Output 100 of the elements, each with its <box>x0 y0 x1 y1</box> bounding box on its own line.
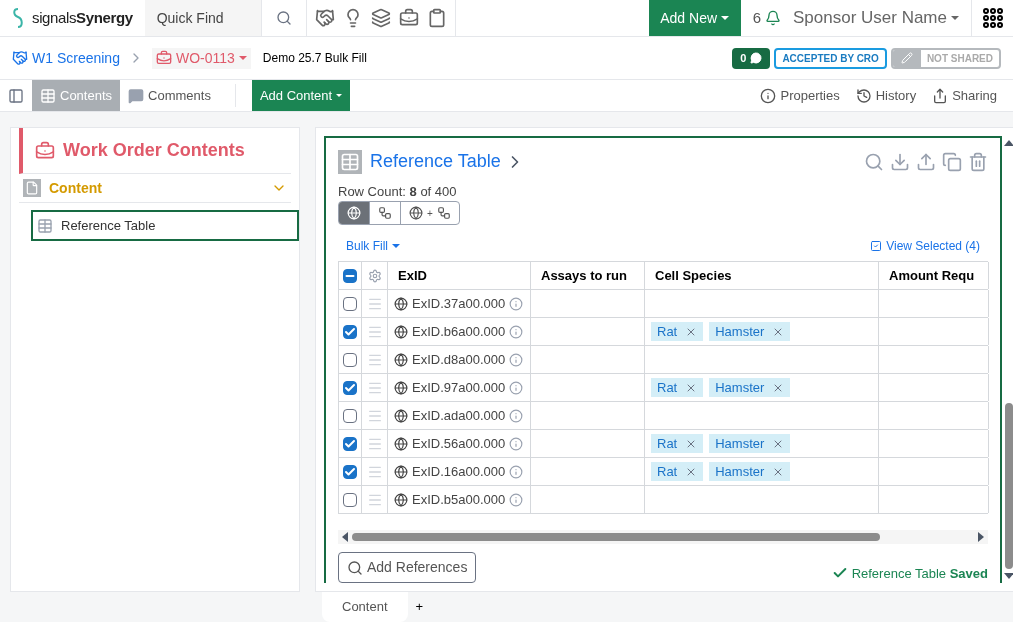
info-icon <box>509 324 524 339</box>
handshake-icon <box>314 8 335 28</box>
exid-text: ExID.b5a00.000 <box>412 490 506 509</box>
globe-icon <box>394 492 408 507</box>
globe-icon <box>394 380 408 395</box>
handshake-icon <box>12 50 28 66</box>
table-icon <box>40 87 56 104</box>
view-selected-link[interactable]: View Selected (4) <box>870 237 980 256</box>
exid-text: ExID.ada00.000 <box>412 406 506 425</box>
comments-count-badge[interactable]: 0 <box>732 47 771 69</box>
globe-icon <box>394 296 408 311</box>
row-checkbox[interactable] <box>343 408 357 423</box>
layers-icon <box>370 8 391 28</box>
exid-text: ExID.16a00.000 <box>412 462 506 481</box>
history-icon <box>855 87 872 104</box>
settings-icon <box>367 268 382 283</box>
info-icon <box>509 380 524 395</box>
network-icon <box>378 206 392 221</box>
exid-text: ExID.56a00.000 <box>412 434 506 453</box>
species-tag: Rat <box>651 322 704 342</box>
sheet-tab[interactable]: Content <box>322 592 408 622</box>
species-tag: Hamster <box>709 462 791 482</box>
info-icon <box>509 464 524 479</box>
add-tab-button[interactable]: + <box>407 597 432 617</box>
notification-count: 6 <box>752 7 761 28</box>
check-icon <box>344 325 356 338</box>
column-header: Amount Requ <box>879 262 989 290</box>
checkbox-icon <box>870 240 883 253</box>
globe-icon <box>409 206 423 221</box>
briefcase-icon <box>398 8 419 28</box>
info-icon <box>509 296 524 311</box>
info-icon <box>509 352 524 367</box>
sidebar-item[interactable]: Reference Table <box>31 210 299 241</box>
column-header: Assays to run <box>531 262 645 290</box>
exid-text: ExID.d8a00.000 <box>412 350 506 369</box>
briefcase-icon <box>155 50 172 66</box>
saved-message: Reference Table Saved <box>851 564 988 583</box>
select-all-checkbox[interactable] <box>343 268 357 283</box>
search-icon <box>347 559 363 576</box>
speech-bubble-icon <box>750 52 763 64</box>
search-icon <box>275 10 292 26</box>
info-icon <box>760 87 777 104</box>
add-content-button[interactable]: Add Content <box>251 80 351 111</box>
globe-icon <box>394 408 408 423</box>
quick-find-field[interactable]: Quick Find <box>144 0 261 36</box>
toolbar-action[interactable]: History <box>847 80 925 111</box>
project-link[interactable]: W1 Screening <box>32 47 120 69</box>
row-checkbox[interactable] <box>343 464 357 479</box>
globe-icon <box>394 464 408 479</box>
search-icon <box>864 151 884 172</box>
species-tag: Hamster <box>709 322 791 342</box>
check-icon <box>344 437 356 450</box>
status-badge: ACCEPTED BY CRO <box>774 47 887 69</box>
view-mode-toggle[interactable] <box>339 202 370 225</box>
exid-text: ExID.97a00.000 <box>412 378 506 397</box>
toolbar-action[interactable]: Sharing <box>924 80 1005 111</box>
species-tag: Hamster <box>709 378 791 398</box>
bulk-fill-menu[interactable]: Bulk Fill <box>346 237 400 256</box>
info-icon <box>509 492 524 507</box>
share-icon <box>932 87 949 104</box>
horizontal-scrollbar[interactable] <box>338 530 988 544</box>
briefcase-icon <box>35 140 55 161</box>
trash-icon <box>968 151 988 172</box>
logo-icon <box>12 7 24 29</box>
row-count: Row Count: 8 of 400 <box>338 182 457 201</box>
table-icon <box>340 151 360 172</box>
row-checkbox[interactable] <box>343 380 357 395</box>
species-tag: Rat <box>651 378 704 398</box>
file-icon <box>25 181 39 195</box>
row-checkbox[interactable] <box>343 492 357 507</box>
species-tag: Rat <box>651 434 704 454</box>
bell-icon <box>765 10 781 26</box>
download-icon <box>890 151 910 172</box>
table-icon <box>37 217 53 234</box>
panel-title: Reference Table <box>370 150 501 174</box>
species-tag: Rat <box>651 462 704 482</box>
row-checkbox[interactable] <box>343 296 357 311</box>
check-icon <box>344 465 356 478</box>
view-tab[interactable]: Comments <box>120 80 219 111</box>
pencil-icon <box>900 52 913 64</box>
toolbar-action[interactable]: Properties <box>752 80 848 111</box>
globe-icon <box>394 324 408 339</box>
column-header: ExID <box>388 262 531 290</box>
sidebar-title: Work Order Contents <box>63 139 245 162</box>
brand-name: signalsSynergy <box>32 7 133 28</box>
add-new-button[interactable]: Add New <box>648 0 741 36</box>
row-checkbox[interactable] <box>343 324 357 339</box>
apps-grid-icon <box>980 6 1005 30</box>
column-header: Cell Species <box>645 262 879 290</box>
collapse-panel-icon <box>8 87 24 104</box>
work-order-menu[interactable]: WO-0113 <box>151 47 251 69</box>
globe-icon <box>394 436 408 451</box>
user-menu[interactable]: Sponsor User Name <box>793 0 971 36</box>
speech-bubbles-icon <box>128 87 145 104</box>
add-references-button[interactable]: Add References <box>338 552 477 583</box>
species-tag: Hamster <box>709 434 791 454</box>
globe-icon <box>394 352 408 367</box>
row-checkbox[interactable] <box>343 352 357 367</box>
upload-icon <box>916 151 936 172</box>
row-checkbox[interactable] <box>343 436 357 451</box>
